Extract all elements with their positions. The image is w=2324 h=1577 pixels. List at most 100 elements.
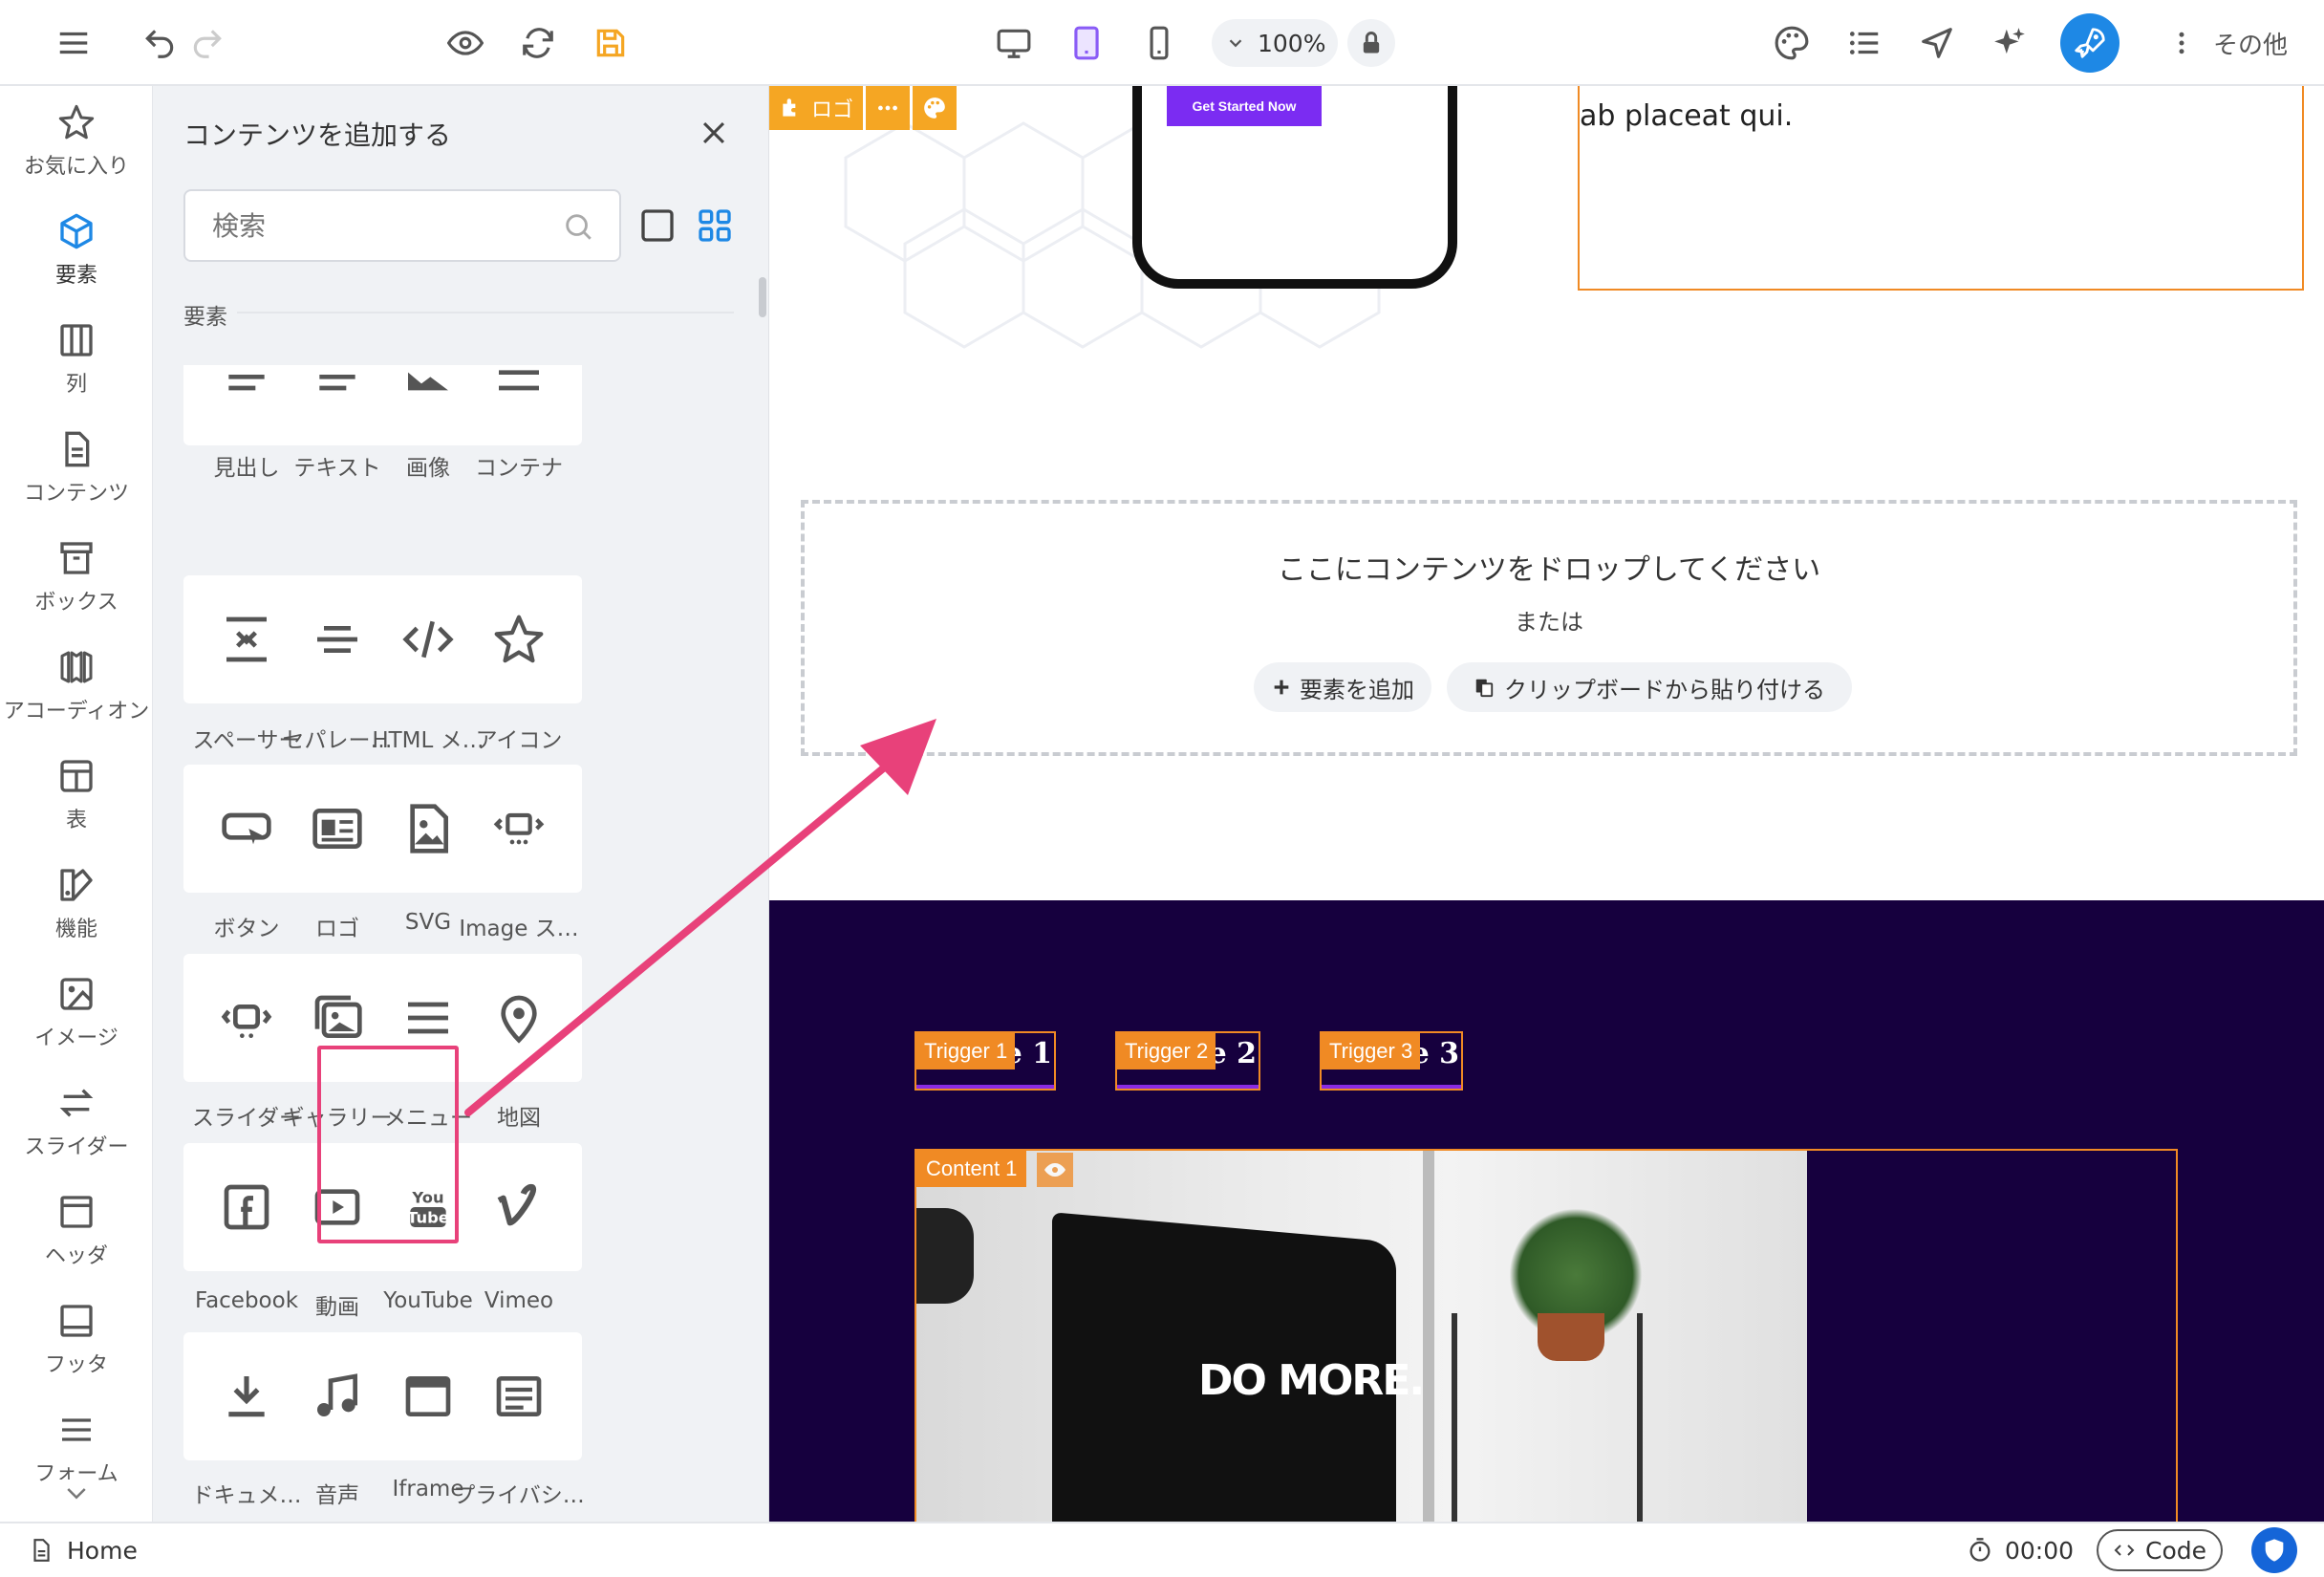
rail-item-favorites[interactable]: お気に入り — [0, 103, 152, 180]
get-started-button[interactable]: Get Started Now — [1167, 86, 1322, 126]
tile-label: プライバシ… — [453, 1483, 585, 1508]
tab-trigger-1[interactable]: ne 1 Trigger 1 — [915, 1031, 1056, 1091]
save-button[interactable] — [585, 17, 636, 69]
search-input[interactable] — [183, 189, 621, 262]
spacer-icon — [226, 616, 267, 662]
rail-item-slider[interactable]: スライダー — [0, 1084, 152, 1160]
redo-button[interactable] — [182, 17, 233, 69]
single-view-icon[interactable] — [638, 206, 677, 245]
button-icon — [222, 812, 271, 845]
zoom-select[interactable]: 100% — [1212, 19, 1338, 67]
video-tile-highlight — [317, 1046, 459, 1243]
lock-button[interactable] — [1347, 19, 1395, 67]
tile-map[interactable] — [456, 954, 582, 1082]
more-menu-button[interactable]: その他 — [2167, 21, 2288, 65]
tab-trigger-3[interactable]: ne 3 Trigger 3 — [1320, 1031, 1463, 1091]
paste-clipboard-button[interactable]: クリップボードから貼り付ける — [1447, 662, 1852, 712]
logo-more-button[interactable] — [866, 86, 911, 130]
undo-button[interactable] — [134, 17, 185, 69]
rail-label: ボックス — [34, 591, 118, 615]
rail-item-columns[interactable]: 列 — [0, 321, 152, 398]
rail-item-form[interactable]: フォーム — [0, 1411, 152, 1487]
rail-item-table[interactable]: 表 — [0, 757, 152, 833]
rail-scroll-down[interactable] — [59, 1480, 94, 1508]
rail-item-content[interactable]: コンテンツ — [0, 430, 152, 507]
grid-view-icon[interactable] — [696, 206, 734, 245]
rail-item-image[interactable]: イメージ — [0, 975, 152, 1051]
rail-item-elements[interactable]: 要素 — [0, 212, 152, 289]
desktop-view-button[interactable] — [988, 17, 1040, 69]
text-block[interactable]: ab placeat qui. — [1580, 99, 1793, 133]
palette-icon — [1775, 26, 1809, 60]
code-icon — [402, 620, 454, 659]
clipboard-icon — [1475, 679, 1494, 698]
preview-button[interactable] — [440, 17, 491, 69]
tablet-view-button[interactable] — [1061, 17, 1112, 69]
logo-style-button[interactable] — [913, 86, 958, 130]
separator-icon — [317, 626, 357, 653]
search-icon — [566, 214, 592, 240]
map-pin-icon — [501, 995, 537, 1044]
music-icon — [317, 1373, 357, 1416]
tab-content-1[interactable]: DO MORE. Content 1 — [915, 1149, 2178, 1522]
section-label: 要素 — [183, 305, 227, 330]
current-page[interactable]: Home — [67, 1537, 138, 1565]
drop-zone-or: または — [1515, 609, 1583, 636]
category-rail: お気に入り 要素 列 コンテンツ ボックス アコーディオン 表 機能 イメージ … — [0, 86, 153, 1522]
navigate-button[interactable] — [1911, 17, 1963, 69]
rail-label: お気に入り — [23, 155, 129, 179]
panel-scrollbar[interactable] — [759, 277, 766, 317]
rail-label: 列 — [65, 373, 87, 397]
drop-zone[interactable]: ここにコンテンツをドロップしてください または 要素を追加 クリップボードから貼… — [801, 500, 2297, 756]
text-icon — [319, 375, 355, 391]
navigation-arrow-icon — [1922, 28, 1952, 58]
tile-container[interactable] — [456, 365, 582, 445]
zoom-value: 100% — [1258, 29, 1326, 57]
tablet-icon — [1074, 26, 1099, 60]
mobile-icon — [1150, 26, 1169, 60]
menu-icon — [408, 1002, 448, 1034]
publish-button[interactable] — [2060, 13, 2120, 73]
hamburger-icon — [59, 32, 88, 54]
gallery-icon — [314, 995, 362, 1038]
save-icon — [596, 29, 625, 57]
list-icon — [1849, 32, 1879, 54]
tile-label: コンテナ — [475, 456, 563, 481]
structure-button[interactable] — [1839, 17, 1890, 69]
mobile-view-button[interactable] — [1133, 17, 1185, 69]
editor-app: 100% その他 お気に入り 要素 列 コンテンツ ボックス アコーディオン 表… — [0, 0, 2324, 1577]
horizontal-dots-icon — [878, 105, 897, 111]
rail-label: 機能 — [54, 918, 97, 941]
document-icon — [65, 431, 90, 467]
tab-underline — [1322, 1085, 1461, 1089]
image-icon — [408, 372, 448, 391]
rail-item-footer[interactable]: フッタ — [0, 1302, 152, 1378]
theme-button[interactable] — [1766, 17, 1818, 69]
rail-item-accordion[interactable]: アコーディオン — [0, 648, 152, 724]
hamburger-menu-button[interactable] — [48, 17, 99, 69]
ai-button[interactable] — [1984, 17, 2035, 69]
logo-element-toolbar: ロゴ — [769, 86, 958, 130]
tab-trigger-2[interactable]: ne 2 Trigger 2 — [1115, 1031, 1260, 1091]
close-icon[interactable] — [698, 117, 730, 149]
content-visibility-button[interactable] — [1037, 1153, 1073, 1187]
tile-icon[interactable] — [456, 575, 582, 703]
tile-vimeo[interactable] — [456, 1143, 582, 1271]
refresh-button[interactable] — [512, 17, 564, 69]
add-element-button[interactable]: 要素を追加 — [1254, 662, 1431, 712]
tile-image-slider[interactable] — [456, 765, 582, 893]
rail-item-box[interactable]: ボックス — [0, 539, 152, 616]
rail-item-features[interactable]: 機能 — [0, 866, 152, 942]
logo-element-tag[interactable]: ロゴ — [769, 86, 864, 130]
code-button[interactable]: Code — [2097, 1529, 2223, 1571]
rail-item-header[interactable]: ヘッダ — [0, 1193, 152, 1269]
tab-underline — [916, 1085, 1054, 1089]
tile-privacy[interactable] — [456, 1332, 582, 1460]
add-content-panel: コンテンツを追加する 要素 見出し テキスト 画像 コンテナ スペーサー セパレ… — [153, 86, 769, 1522]
drop-zone-title: ここにコンテンツをドロップしてください — [1277, 553, 1821, 587]
rocket-icon — [2075, 28, 2105, 58]
security-button[interactable] — [2251, 1527, 2297, 1573]
sparkles-icon — [1994, 28, 2025, 54]
shield-icon — [2265, 1539, 2284, 1562]
window-frame — [1423, 1151, 1434, 1522]
